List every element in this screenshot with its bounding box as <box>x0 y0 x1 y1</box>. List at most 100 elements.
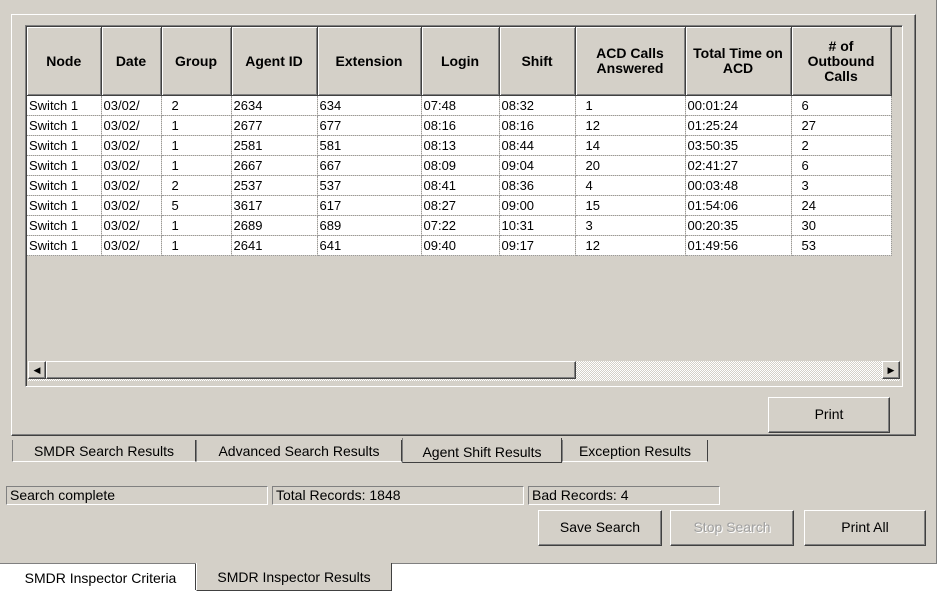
cell-acd-calls-answered: 1 <box>575 95 686 116</box>
cell-outbound-calls: 6 <box>791 95 892 116</box>
cell-shift: 10:31 <box>499 215 576 236</box>
cell-agent-id: 3617 <box>231 195 318 216</box>
cell-group: 2 <box>161 175 232 196</box>
cell-extension: 689 <box>317 215 422 236</box>
table-row[interactable]: Switch 1 03/02/1 2677 677 08:16 08:16 12 01:25:… <box>27 115 892 136</box>
table-row[interactable]: Switch 1 03/02/1 2581 581 08:13 08:44 14 03:50:… <box>27 135 892 156</box>
cell-login: 08:41 <box>421 175 500 196</box>
cell-agent-id: 2537 <box>231 175 318 196</box>
scroll-thumb[interactable] <box>46 361 576 379</box>
cell-acd-calls-answered: 20 <box>575 155 686 176</box>
cell-group: 1 <box>161 155 232 176</box>
column-header-extension[interactable]: Extension <box>317 27 422 96</box>
cell-outbound-calls: 3 <box>791 175 892 196</box>
scroll-left-icon[interactable]: ◀ <box>28 361 46 379</box>
table-row[interactable]: Switch 1 03/02/1 2641 641 09:40 09:17 12 01:49:… <box>27 235 892 256</box>
cell-shift: 08:16 <box>499 115 576 136</box>
table-row[interactable]: Switch 1 03/02/2 2537 537 08:41 08:36 4 00:03:4… <box>27 175 892 196</box>
cell-node: Switch 1 <box>27 95 102 116</box>
table-row[interactable]: Switch 1 03/02/1 2667 667 08:09 09:04 20 02:41:… <box>27 155 892 176</box>
horizontal-scrollbar[interactable]: ◀ ▶ <box>28 361 900 381</box>
print-button[interactable]: Print <box>768 397 890 433</box>
cell-date: 03/02/ <box>101 115 162 136</box>
cell-group: 1 <box>161 215 232 236</box>
cell-group: 5 <box>161 195 232 216</box>
cell-login: 09:40 <box>421 235 500 256</box>
cell-login: 07:48 <box>421 95 500 116</box>
table-row[interactable]: Switch 1 03/02/5 3617 617 08:27 09:00 15 01:54:… <box>27 195 892 216</box>
cell-login: 08:13 <box>421 135 500 156</box>
cell-extension: 537 <box>317 175 422 196</box>
cell-extension: 617 <box>317 195 422 216</box>
table-header-row: Node Date Group Agent ID Extension Login… <box>27 27 892 96</box>
save-search-button[interactable]: Save Search <box>538 510 662 546</box>
cell-node: Switch 1 <box>27 115 102 136</box>
tab-advanced-search-results[interactable]: Advanced Search Results <box>196 440 402 462</box>
cell-shift: 09:04 <box>499 155 576 176</box>
cell-node: Switch 1 <box>27 215 102 236</box>
column-header-outbound-calls[interactable]: # of Outbound Calls <box>791 27 892 96</box>
tab-agent-shift-results[interactable]: Agent Shift Results <box>402 438 562 463</box>
cell-outbound-calls: 6 <box>791 155 892 176</box>
agent-shift-grid[interactable]: Node Date Group Agent ID Extension Login… <box>25 25 903 387</box>
cell-total-time-on-acd: 03:50:35 <box>685 135 792 156</box>
column-header-shift[interactable]: Shift <box>499 27 576 96</box>
column-header-group[interactable]: Group <box>161 27 232 96</box>
cell-outbound-calls: 30 <box>791 215 892 236</box>
results-table: Node Date Group Agent ID Extension Login… <box>27 27 892 256</box>
cell-date: 03/02/ <box>101 155 162 176</box>
cell-date: 03/02/ <box>101 95 162 116</box>
tab-smdr-search-results[interactable]: SMDR Search Results <box>12 440 196 462</box>
cell-extension: 641 <box>317 235 422 256</box>
table-row[interactable]: Switch 1 03/02/1 2689 689 07:22 10:31 3 00:20:3… <box>27 215 892 236</box>
tab-exception-results[interactable]: Exception Results <box>562 440 708 462</box>
smdr-inspector-window: Node Date Group Agent ID Extension Login… <box>0 0 937 564</box>
cell-shift: 09:17 <box>499 235 576 256</box>
cell-login: 07:22 <box>421 215 500 236</box>
column-header-node[interactable]: Node <box>27 27 102 96</box>
cell-date: 03/02/ <box>101 215 162 236</box>
cell-date: 03/02/ <box>101 235 162 256</box>
cell-extension: 677 <box>317 115 422 136</box>
tab-smdr-inspector-results[interactable]: SMDR Inspector Results <box>196 563 392 591</box>
cell-total-time-on-acd: 00:01:24 <box>685 95 792 116</box>
cell-total-time-on-acd: 01:54:06 <box>685 195 792 216</box>
cell-node: Switch 1 <box>27 195 102 216</box>
cell-date: 03/02/ <box>101 175 162 196</box>
cell-shift: 08:44 <box>499 135 576 156</box>
column-header-login[interactable]: Login <box>421 27 500 96</box>
cell-outbound-calls: 24 <box>791 195 892 216</box>
stop-search-button[interactable]: Stop Search <box>670 510 794 546</box>
cell-shift: 09:00 <box>499 195 576 216</box>
cell-login: 08:09 <box>421 155 500 176</box>
print-all-button[interactable]: Print All <box>804 510 926 546</box>
column-header-agent-id[interactable]: Agent ID <box>231 27 318 96</box>
cell-outbound-calls: 2 <box>791 135 892 156</box>
tab-smdr-inspector-criteria[interactable]: SMDR Inspector Criteria <box>6 564 196 590</box>
table-row[interactable]: Switch 1 03/02/2 2634 634 07:48 08:32 1 00:01:2… <box>27 95 892 116</box>
cell-total-time-on-acd: 00:03:48 <box>685 175 792 196</box>
cell-group: 2 <box>161 95 232 116</box>
cell-acd-calls-answered: 15 <box>575 195 686 216</box>
cell-date: 03/02/ <box>101 195 162 216</box>
cell-acd-calls-answered: 4 <box>575 175 686 196</box>
scroll-right-icon[interactable]: ▶ <box>882 361 900 379</box>
cell-extension: 581 <box>317 135 422 156</box>
cell-group: 1 <box>161 135 232 156</box>
cell-acd-calls-answered: 12 <box>575 235 686 256</box>
column-header-acd-calls-answered[interactable]: ACD Calls Answered <box>575 27 686 96</box>
cell-node: Switch 1 <box>27 155 102 176</box>
cell-agent-id: 2677 <box>231 115 318 136</box>
cell-group: 1 <box>161 235 232 256</box>
cell-group: 1 <box>161 115 232 136</box>
cell-acd-calls-answered: 14 <box>575 135 686 156</box>
cell-node: Switch 1 <box>27 175 102 196</box>
column-header-date[interactable]: Date <box>101 27 162 96</box>
cell-total-time-on-acd: 00:20:35 <box>685 215 792 236</box>
cell-date: 03/02/ <box>101 135 162 156</box>
cell-agent-id: 2581 <box>231 135 318 156</box>
cell-outbound-calls: 53 <box>791 235 892 256</box>
column-header-total-time-on-acd[interactable]: Total Time on ACD <box>685 27 792 96</box>
cell-acd-calls-answered: 12 <box>575 115 686 136</box>
cell-extension: 667 <box>317 155 422 176</box>
